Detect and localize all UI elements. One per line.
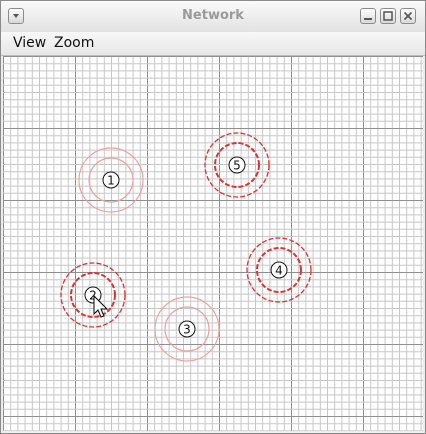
title-bar[interactable]: Network (1, 1, 425, 33)
menu-bar: View Zoom (1, 32, 425, 56)
menu-zoom[interactable]: Zoom (54, 35, 94, 51)
menu-view[interactable]: View (13, 35, 46, 51)
minimize-button[interactable] (360, 8, 376, 24)
maximize-button[interactable] (380, 8, 396, 24)
node-4[interactable]: 4 (246, 237, 312, 303)
nodes-layer: 12345 (60, 132, 312, 362)
network-window: Network View Zoom 12345 (0, 0, 426, 434)
network-canvas-svg[interactable]: 12345 (3, 56, 423, 431)
node-label: 5 (233, 159, 241, 173)
close-icon (403, 11, 413, 21)
maximize-icon (383, 11, 393, 21)
close-button[interactable] (400, 8, 416, 24)
node-label: 1 (107, 174, 115, 188)
network-canvas[interactable]: 12345 (3, 56, 423, 431)
grid (3, 56, 423, 431)
node-1[interactable]: 1 (78, 147, 144, 213)
node-3[interactable]: 3 (154, 296, 220, 362)
node-label: 3 (183, 323, 191, 337)
node-label: 4 (275, 264, 283, 278)
minimize-icon (364, 18, 372, 20)
